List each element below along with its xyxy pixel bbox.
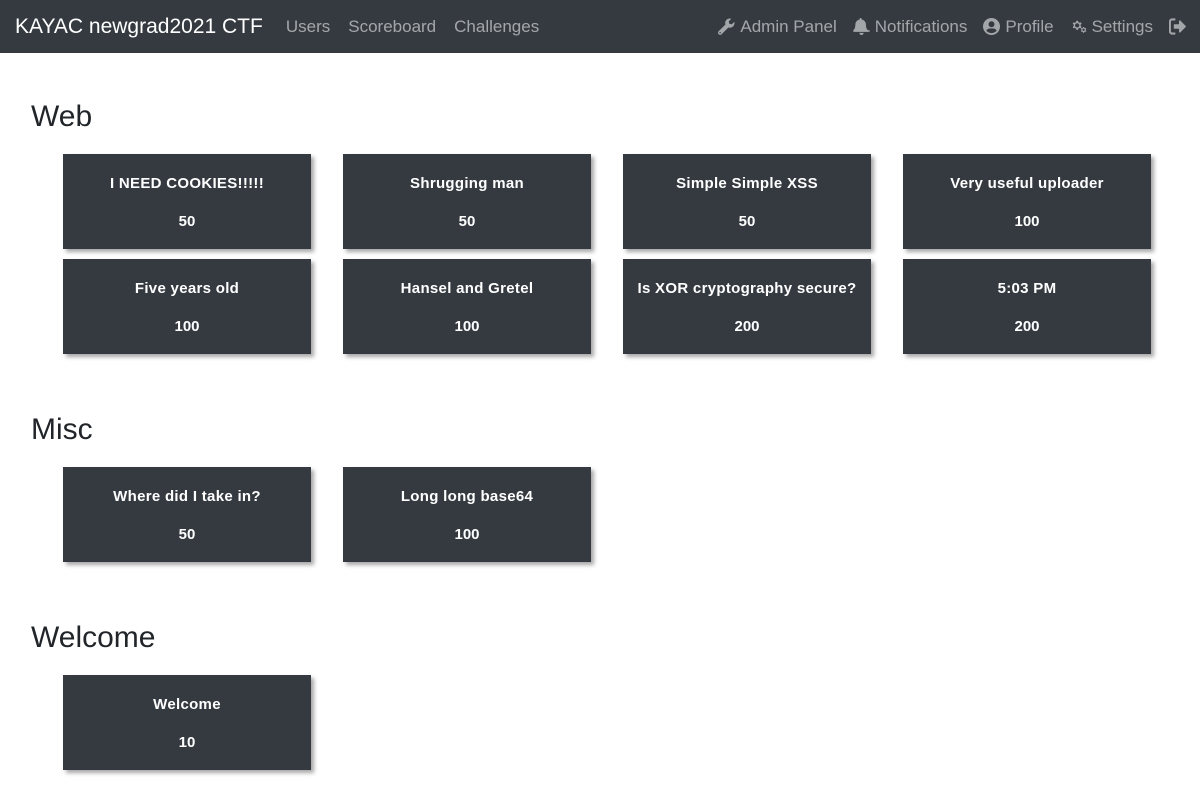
challenge-card[interactable]: Simple Simple XSS 50 [623, 154, 871, 249]
challenge-name: Is XOR cryptography secure? [637, 280, 857, 297]
category-heading-web: Web [31, 100, 93, 133]
nav-users-link[interactable]: Users [286, 17, 330, 37]
challenge-card[interactable]: I NEED COOKIES!!!!! 50 [63, 154, 311, 249]
nav-scoreboard-link[interactable]: Scoreboard [348, 17, 436, 37]
challenge-name: 5:03 PM [997, 280, 1057, 297]
bell-icon [852, 18, 870, 35]
challenge-card[interactable]: Where did I take in? 50 [63, 467, 311, 562]
nav-logout-link[interactable] [1169, 18, 1186, 35]
category-heading-misc: Misc [31, 413, 93, 446]
nav-challenges-link[interactable]: Challenges [454, 17, 539, 37]
settings-label: Settings [1091, 16, 1153, 36]
challenge-card[interactable]: Long long base64 100 [343, 467, 591, 562]
challenge-card[interactable]: Shrugging man 50 [343, 154, 591, 249]
challenge-value: 200 [1014, 318, 1040, 335]
nav-notifications-link[interactable]: Notifications [852, 16, 968, 37]
nav-left: Users Scoreboard Challenges [277, 17, 548, 37]
challenge-value: 100 [454, 318, 480, 335]
cogs-icon [1070, 18, 1087, 35]
challenge-name: Shrugging man [410, 175, 524, 192]
challenge-value: 50 [738, 213, 756, 230]
challenge-card[interactable]: Welcome 10 [63, 675, 311, 770]
challenge-name: Where did I take in? [113, 488, 261, 505]
nav-right: Admin Panel Notifications Profile Settin… [710, 17, 1186, 37]
challenge-name: Very useful uploader [950, 175, 1104, 192]
challenge-card[interactable]: 5:03 PM 200 [903, 259, 1151, 354]
nav-profile-link[interactable]: Profile [983, 16, 1054, 37]
admin-panel-label: Admin Panel [740, 16, 837, 36]
wrench-icon [718, 18, 735, 35]
challenge-name: Long long base64 [400, 488, 534, 505]
notifications-label: Notifications [874, 16, 968, 36]
sign-out-icon [1169, 18, 1186, 35]
challenge-value: 100 [1014, 213, 1040, 230]
category-heading-welcome: Welcome [31, 621, 156, 654]
challenge-value: 50 [178, 526, 196, 543]
challenge-name: Simple Simple XSS [676, 175, 818, 192]
challenge-name: Five years old [134, 280, 240, 297]
challenge-value: 10 [178, 734, 196, 751]
user-circle-icon [983, 18, 1001, 35]
challenge-value: 50 [458, 213, 476, 230]
nav-settings-link[interactable]: Settings [1070, 17, 1153, 37]
challenge-value: 200 [734, 318, 760, 335]
profile-label: Profile [1005, 16, 1054, 36]
nav-admin-panel-link[interactable]: Admin Panel [718, 16, 837, 37]
challenge-value: 50 [178, 213, 196, 230]
challenge-card[interactable]: Very useful uploader 100 [903, 154, 1151, 249]
challenge-value: 100 [454, 526, 480, 543]
challenge-name: Hansel and Gretel [400, 280, 534, 297]
challenge-name: I NEED COOKIES!!!!! [109, 175, 265, 192]
challenge-card[interactable]: Hansel and Gretel 100 [343, 259, 591, 354]
challenge-name: Welcome [153, 696, 221, 713]
brand-link[interactable]: KAYAC newgrad2021 CTF [15, 15, 263, 39]
challenge-value: 100 [174, 318, 200, 335]
challenge-card[interactable]: Is XOR cryptography secure? 200 [623, 259, 871, 354]
challenge-card[interactable]: Five years old 100 [63, 259, 311, 354]
top-navbar: KAYAC newgrad2021 CTF Users Scoreboard C… [0, 0, 1200, 53]
